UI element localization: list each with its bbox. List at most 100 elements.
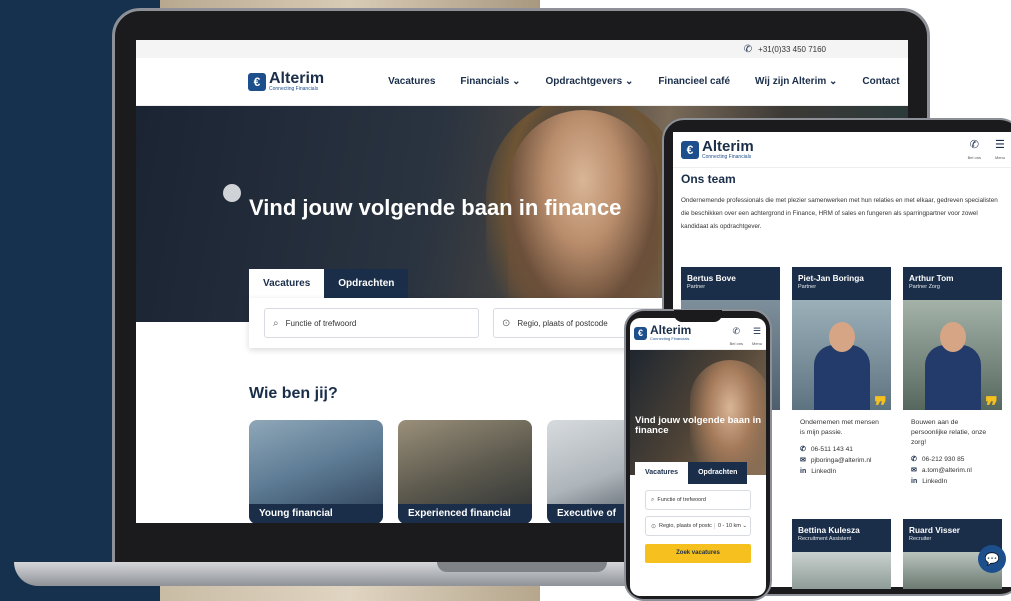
logo-name: Alterim bbox=[269, 70, 325, 87]
topbar-phone[interactable]: +31(0)33 450 7160 bbox=[758, 45, 826, 54]
member-role: Recruitment Assistent bbox=[798, 536, 852, 542]
phone-nav: € Alterim Connecting Financials ✆ Bel on… bbox=[630, 318, 766, 350]
logo-tagline: Connecting Financials bbox=[269, 86, 319, 92]
member-photo bbox=[792, 552, 891, 589]
member-name: Bertus Bove bbox=[687, 273, 736, 283]
member-phone[interactable]: ✆ 06-511 143 41 bbox=[800, 444, 883, 455]
phone-icon: ✆ bbox=[732, 326, 741, 336]
logo-tagline: Connecting Financials bbox=[702, 154, 752, 160]
member-linkedin[interactable]: in LinkedIn bbox=[800, 466, 883, 477]
member-quote: Ondernemen met mensen is mijn passie. bbox=[800, 419, 879, 436]
tab-opdrachten[interactable]: Opdrachten bbox=[688, 462, 748, 484]
member-contact: ✆ 06-511 143 41 ✉ pjboringa@alterim.nl in L… bbox=[792, 438, 891, 477]
phone-icon: ✆ bbox=[969, 139, 979, 151]
menu-label: Menu bbox=[994, 155, 1005, 160]
radius-select[interactable]: 0 - 10 km ⌄ bbox=[713, 523, 747, 529]
laptop-notch bbox=[437, 562, 607, 572]
quote-icon: ❞ bbox=[874, 391, 887, 411]
tablet-nav: € Alterim Connecting Financials ✆ Bel on… bbox=[673, 132, 1011, 168]
keyword-search-input[interactable]: ⌕ Functie of trefwoord bbox=[645, 490, 751, 510]
member-email[interactable]: ✉ a.tom@alterim.nl bbox=[911, 465, 994, 476]
menu-button[interactable]: ☰ Menu bbox=[752, 326, 762, 349]
tablet-logo[interactable]: € Alterim Connecting Financials bbox=[681, 139, 754, 160]
persona-cards: Young financial Experienced financial Ex… bbox=[249, 420, 681, 523]
member-role: Recruiter bbox=[909, 536, 932, 542]
logo-mark-icon: € bbox=[248, 72, 266, 91]
team-intro: Ondernemende professionals die met plezi… bbox=[681, 197, 998, 230]
mail-icon: ✉ bbox=[800, 457, 806, 464]
nav-item-opdrachtgevers[interactable]: Opdrachtgevers ⌄ bbox=[545, 76, 633, 87]
keyword-placeholder: Functie of trefwoord bbox=[657, 497, 706, 503]
menu-button[interactable]: ☰ Menu bbox=[995, 140, 1005, 163]
member-name: Bettina Kulesza bbox=[798, 525, 860, 535]
logo-name: Alterim bbox=[702, 138, 754, 155]
member-phone[interactable]: ✆ 06-212 930 85 bbox=[911, 454, 994, 465]
location-pin-icon: ⊙ bbox=[651, 523, 657, 530]
logo[interactable]: € Alterim Connecting Financials bbox=[248, 71, 324, 92]
member-role: Partner bbox=[687, 284, 706, 290]
phone-icon: ✆ bbox=[743, 43, 753, 55]
chat-icon: 💬 bbox=[984, 552, 1000, 566]
mail-icon: ✉ bbox=[911, 467, 917, 474]
phone-hero: Vind jouw volgende baan in finance bbox=[630, 350, 766, 475]
search-icon: ⌕ bbox=[651, 496, 655, 503]
location-search-input[interactable]: ⊙ Regio, plaats of postc 0 - 10 km ⌄ bbox=[645, 516, 751, 536]
hamburger-icon: ☰ bbox=[995, 139, 1005, 151]
hero-dot bbox=[223, 184, 241, 202]
team-member-card: Piet-Jan Boringa Partner ❞ Ondernemen me… bbox=[792, 267, 891, 497]
search-vacancies-button[interactable]: Zoek vacatures bbox=[645, 544, 751, 563]
menu-label: Menu bbox=[751, 341, 762, 346]
team-member-card: Arthur Tom Partner Zorg ❞ Bouwen aan de … bbox=[903, 267, 1002, 497]
search-icon: ⌕ bbox=[273, 317, 279, 329]
call-label: Bel ons bbox=[729, 341, 743, 346]
member-name: Piet-Jan Boringa bbox=[798, 273, 864, 283]
phone-screen: € Alterim Connecting Financials ✆ Bel on… bbox=[630, 318, 766, 596]
phone-hero-title: Vind jouw volgende baan in finance bbox=[635, 415, 762, 436]
member-role: Partner Zorg bbox=[909, 284, 940, 290]
phone-icon: ✆ bbox=[800, 446, 806, 453]
nav-item-wij-zijn-alterim[interactable]: Wij zijn Alterim ⌄ bbox=[755, 76, 837, 87]
location-pin-icon: ⊙ bbox=[502, 317, 511, 329]
main-nav: € Alterim Connecting Financials Vacature… bbox=[136, 58, 908, 106]
phone-search-tabs: Vacatures Opdrachten bbox=[635, 462, 748, 484]
nav-links: Vacatures Financials ⌄ Opdrachtgevers ⌄ … bbox=[388, 76, 900, 87]
chat-button[interactable]: 💬 bbox=[978, 545, 1006, 573]
team-heading: Ons team bbox=[681, 172, 736, 186]
member-photo: ❞ bbox=[903, 300, 1002, 410]
quote-icon: ❞ bbox=[985, 391, 998, 411]
background-photo-bottom bbox=[160, 585, 540, 601]
location-placeholder: Regio, plaats of postc bbox=[659, 523, 712, 529]
location-placeholder: Regio, plaats of postcode bbox=[517, 318, 608, 328]
member-name: Ruard Visser bbox=[909, 525, 961, 535]
who-heading: Wie ben jij? bbox=[249, 385, 338, 402]
member-email[interactable]: ✉ pjboringa@alterim.nl bbox=[800, 455, 883, 466]
keyword-search-input[interactable]: ⌕ Functie of trefwoord bbox=[264, 308, 479, 338]
tab-vacatures[interactable]: Vacatures bbox=[249, 269, 325, 298]
tab-opdrachten[interactable]: Opdrachten bbox=[324, 269, 409, 298]
persona-card-young[interactable]: Young financial bbox=[249, 420, 383, 523]
member-photo: ❞ bbox=[792, 300, 891, 410]
tab-vacatures[interactable]: Vacatures bbox=[635, 462, 689, 484]
call-label: Bel ons bbox=[967, 155, 981, 160]
nav-item-vacatures[interactable]: Vacatures bbox=[388, 76, 435, 87]
call-button[interactable]: ✆ Bel ons bbox=[730, 326, 743, 349]
phone-notch bbox=[674, 310, 722, 322]
card-label: Experienced financial bbox=[398, 504, 532, 523]
card-label: Young financial bbox=[249, 504, 383, 523]
phone-search-form: ⌕ Functie of trefwoord ⊙ Regio, plaats o… bbox=[635, 484, 761, 580]
topbar: ✆ +31(0)33 450 7160 bbox=[136, 40, 908, 58]
member-name: Arthur Tom bbox=[909, 273, 954, 283]
member-linkedin[interactable]: in LinkedIn bbox=[911, 476, 994, 487]
linkedin-icon: in bbox=[911, 478, 918, 485]
logo-tagline: Connecting Financials bbox=[650, 336, 690, 341]
member-contact: ✆ 06-212 930 85 ✉ a.tom@alterim.nl in Linke… bbox=[903, 448, 1002, 487]
search-panel: ⌕ Functie of trefwoord ⊙ Regio, plaats o… bbox=[249, 298, 673, 348]
nav-item-contact[interactable]: Contact bbox=[862, 76, 899, 87]
nav-item-financials[interactable]: Financials ⌄ bbox=[460, 76, 520, 87]
member-quote: Bouwen aan de persoonlijke relatie, onze… bbox=[911, 419, 987, 446]
device-mockup-stage: ✆ +31(0)33 450 7160 € Alterim Connecting… bbox=[0, 0, 1011, 601]
call-button[interactable]: ✆ Bel ons bbox=[968, 140, 981, 163]
phone-logo[interactable]: € Alterim Connecting Financials bbox=[634, 324, 691, 342]
nav-item-financieel-cafe[interactable]: Financieel café bbox=[658, 76, 730, 87]
persona-card-experienced[interactable]: Experienced financial bbox=[398, 420, 532, 523]
